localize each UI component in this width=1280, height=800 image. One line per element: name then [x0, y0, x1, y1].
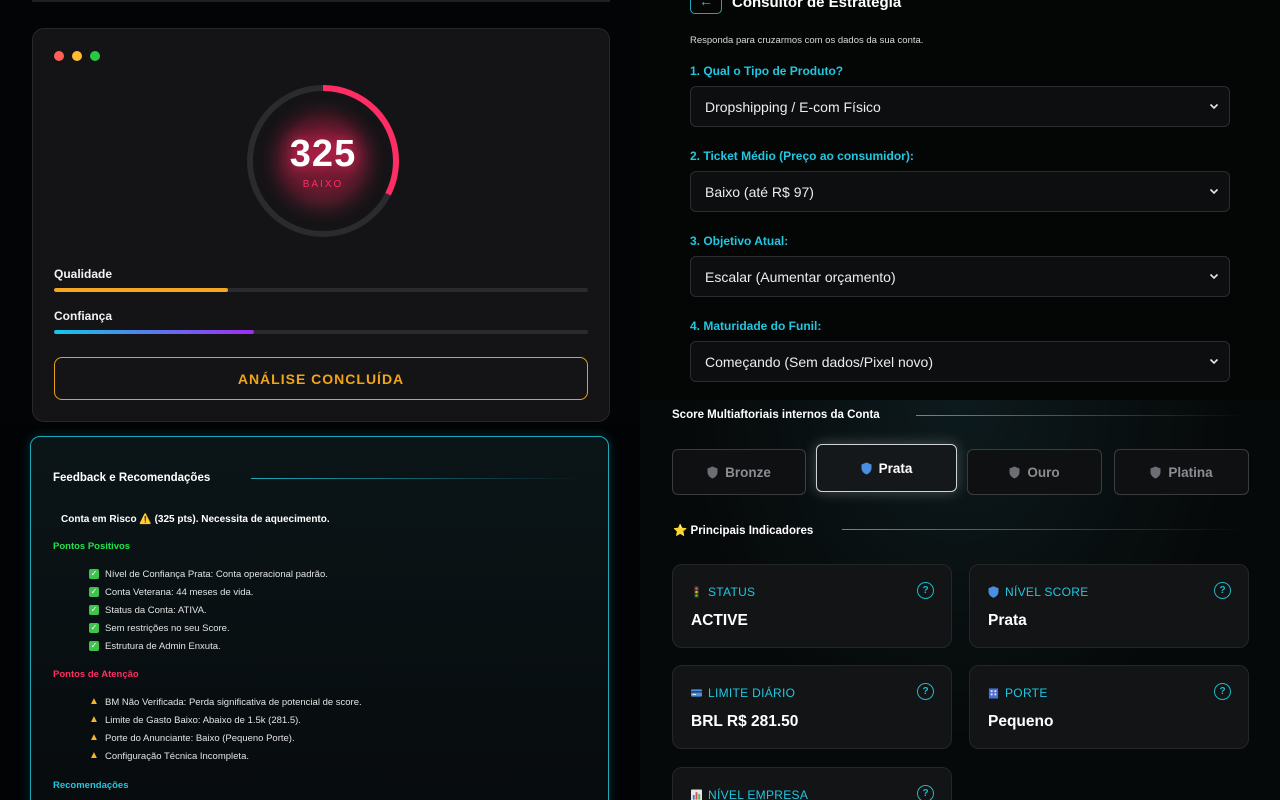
indicator-score-level: NÍVEL SCORE Prata ? — [969, 564, 1249, 648]
tier-ouro[interactable]: Ouro — [967, 449, 1102, 495]
list-item: ✓ Conta Veterana: 44 meses de vida. — [89, 586, 254, 598]
warning-icon: ▲ — [89, 732, 99, 743]
shield-icon — [861, 462, 872, 474]
list-item: ▲ Limite de Gasto Baixo: Abaixo de 1.5k (… — [89, 714, 301, 726]
traffic-light-icon — [694, 586, 699, 598]
list-item: ✓ Sem restrições no seu Score. — [89, 622, 230, 634]
chevron-down-icon — [1209, 188, 1219, 195]
chevron-down-icon — [1209, 358, 1219, 365]
list-item: ✓ Status da Conta: ATIVA. — [89, 604, 207, 616]
indicator-company-level: NÍVEL EMPRESA ? — [672, 767, 952, 800]
building-icon — [988, 688, 999, 699]
chevron-down-icon — [1209, 273, 1219, 280]
trust-label: Confiança — [54, 309, 113, 323]
question-label-product: 1. Qual o Tipo de Produto? — [690, 64, 844, 78]
attention-list: ▲ BM Não Verificada: Perda significativa … — [89, 693, 362, 765]
question-label-funnel: 4. Maturidade do Funil: — [690, 319, 822, 333]
strategy-title: Consultor de Estratégia — [732, 0, 902, 11]
tiers-divider — [916, 415, 1246, 416]
tier-platina[interactable]: Platina — [1114, 449, 1249, 495]
maximize-dot[interactable] — [90, 51, 100, 61]
warning-icon: ▲ — [89, 750, 99, 761]
goal-select[interactable]: Escalar (Aumentar orçamento) — [690, 256, 1230, 297]
divider — [32, 0, 610, 2]
positives-list: ✓ Nível de Confiança Prata: Conta operaci… — [89, 565, 328, 655]
help-icon[interactable]: ? — [917, 582, 934, 599]
shield-icon — [1150, 466, 1161, 478]
strategy-panel: ← Consultor de Estratégia Responda para … — [640, 0, 1280, 400]
warning-icon: ▲ — [89, 696, 99, 707]
score-value: 325 — [289, 133, 357, 175]
funnel-select[interactable]: Começando (Sem dados/Pixel novo) — [690, 341, 1230, 382]
score-card: 325 BAIXO Qualidade Confiança ANÁLISE CO… — [32, 28, 610, 422]
indicator-daily-limit: LIMITE DIÁRIO BRL R$ 281.50 ? — [672, 665, 952, 749]
close-dot[interactable] — [54, 51, 64, 61]
feedback-card: Feedback e Recomendações Conta em Risco … — [30, 436, 609, 800]
check-icon: ✓ — [89, 605, 99, 615]
size-value: Pequeno — [988, 713, 1054, 730]
list-item: ▲ Porte do Anunciante: Baixo (Pequeno Por… — [89, 732, 295, 744]
bar-chart-icon — [691, 789, 702, 800]
list-item: ▲ BM Não Verificada: Perda significativa … — [89, 696, 362, 708]
question-label-ticket: 2. Ticket Médio (Preço ao consumidor): — [690, 149, 914, 163]
tiers-title: Score Multiaftoriais internos da Conta — [672, 409, 880, 421]
risk-message: Conta em Risco ⚠️ (325 pts). Necessita d… — [61, 514, 330, 525]
shield-icon — [988, 586, 999, 598]
app-root: 325 BAIXO Qualidade Confiança ANÁLISE CO… — [0, 0, 1280, 800]
chevron-down-icon — [1209, 103, 1219, 110]
feedback-title-divider — [251, 478, 581, 479]
indicators-divider — [842, 529, 1246, 530]
check-icon: ✓ — [89, 623, 99, 633]
back-button[interactable]: ← — [690, 0, 722, 14]
quality-bar — [54, 288, 588, 292]
score-rating: BAIXO — [302, 179, 344, 190]
help-icon[interactable]: ? — [917, 683, 934, 700]
quality-label: Qualidade — [54, 267, 113, 281]
recommendations-title: Recomendações — [53, 780, 129, 791]
score-gauge: 325 BAIXO — [243, 81, 403, 241]
tier-bronze[interactable]: Bronze — [672, 449, 806, 495]
status-value: ACTIVE — [691, 612, 748, 629]
score-level-value: Prata — [988, 612, 1027, 629]
indicators-panel: Score Multiaftoriais internos da Conta B… — [640, 400, 1280, 800]
minimize-dot[interactable] — [72, 51, 82, 61]
help-icon[interactable]: ? — [917, 785, 934, 800]
check-icon: ✓ — [89, 569, 99, 579]
indicator-status: STATUS ACTIVE ? — [672, 564, 952, 648]
ticket-select[interactable]: Baixo (até R$ 97) — [690, 171, 1230, 212]
score-panel: 325 BAIXO Qualidade Confiança ANÁLISE CO… — [0, 0, 640, 425]
analysis-done-button[interactable]: ANÁLISE CONCLUÍDA — [54, 357, 588, 400]
list-item: ▲ Configuração Técnica Incompleta. — [89, 750, 249, 762]
check-icon: ✓ — [89, 641, 99, 651]
help-icon[interactable]: ? — [1214, 683, 1231, 700]
shield-icon — [1009, 466, 1020, 478]
quality-bar-fill — [54, 288, 228, 292]
trust-bar-fill — [54, 330, 255, 334]
attention-title: Pontos de Atenção — [53, 669, 139, 680]
product-type-select[interactable]: Dropshipping / E-com Físico — [690, 86, 1230, 127]
feedback-panel: Feedback e Recomendações Conta em Risco … — [0, 425, 640, 800]
shield-icon — [707, 466, 718, 478]
question-label-goal: 3. Objetivo Atual: — [690, 234, 789, 248]
indicators-title: ⭐ Principais Indicadores — [673, 525, 814, 537]
list-item: ✓ Estrutura de Admin Enxuta. — [89, 640, 221, 652]
check-icon: ✓ — [89, 587, 99, 597]
indicator-size: PORTE Pequeno ? — [969, 665, 1249, 749]
star-icon: ⭐ — [673, 525, 688, 537]
daily-limit-value: BRL R$ 281.50 — [691, 713, 799, 730]
warning-icon: ▲ — [89, 714, 99, 725]
tier-prata[interactable]: Prata — [816, 444, 957, 492]
trust-bar — [54, 330, 588, 334]
help-icon[interactable]: ? — [1214, 582, 1231, 599]
credit-card-icon — [691, 689, 702, 697]
strategy-subtitle: Responda para cruzarmos com os dados da … — [690, 35, 924, 46]
window-controls — [54, 51, 100, 61]
positives-title: Pontos Positivos — [53, 541, 131, 552]
list-item: ✓ Nível de Confiança Prata: Conta operaci… — [89, 568, 328, 580]
feedback-title: Feedback e Recomendações — [53, 472, 211, 484]
